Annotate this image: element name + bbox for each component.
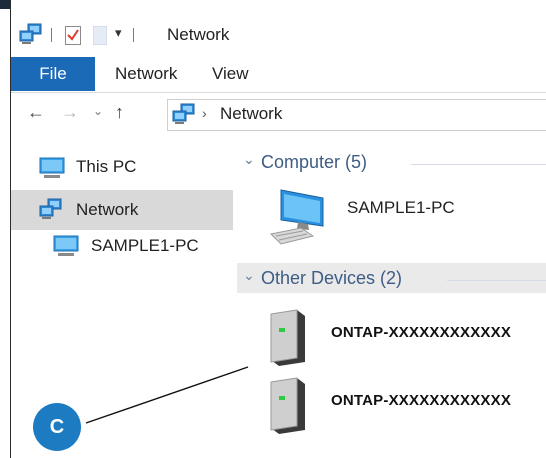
callout-line [85, 366, 249, 424]
callout-badge: C [33, 403, 81, 451]
